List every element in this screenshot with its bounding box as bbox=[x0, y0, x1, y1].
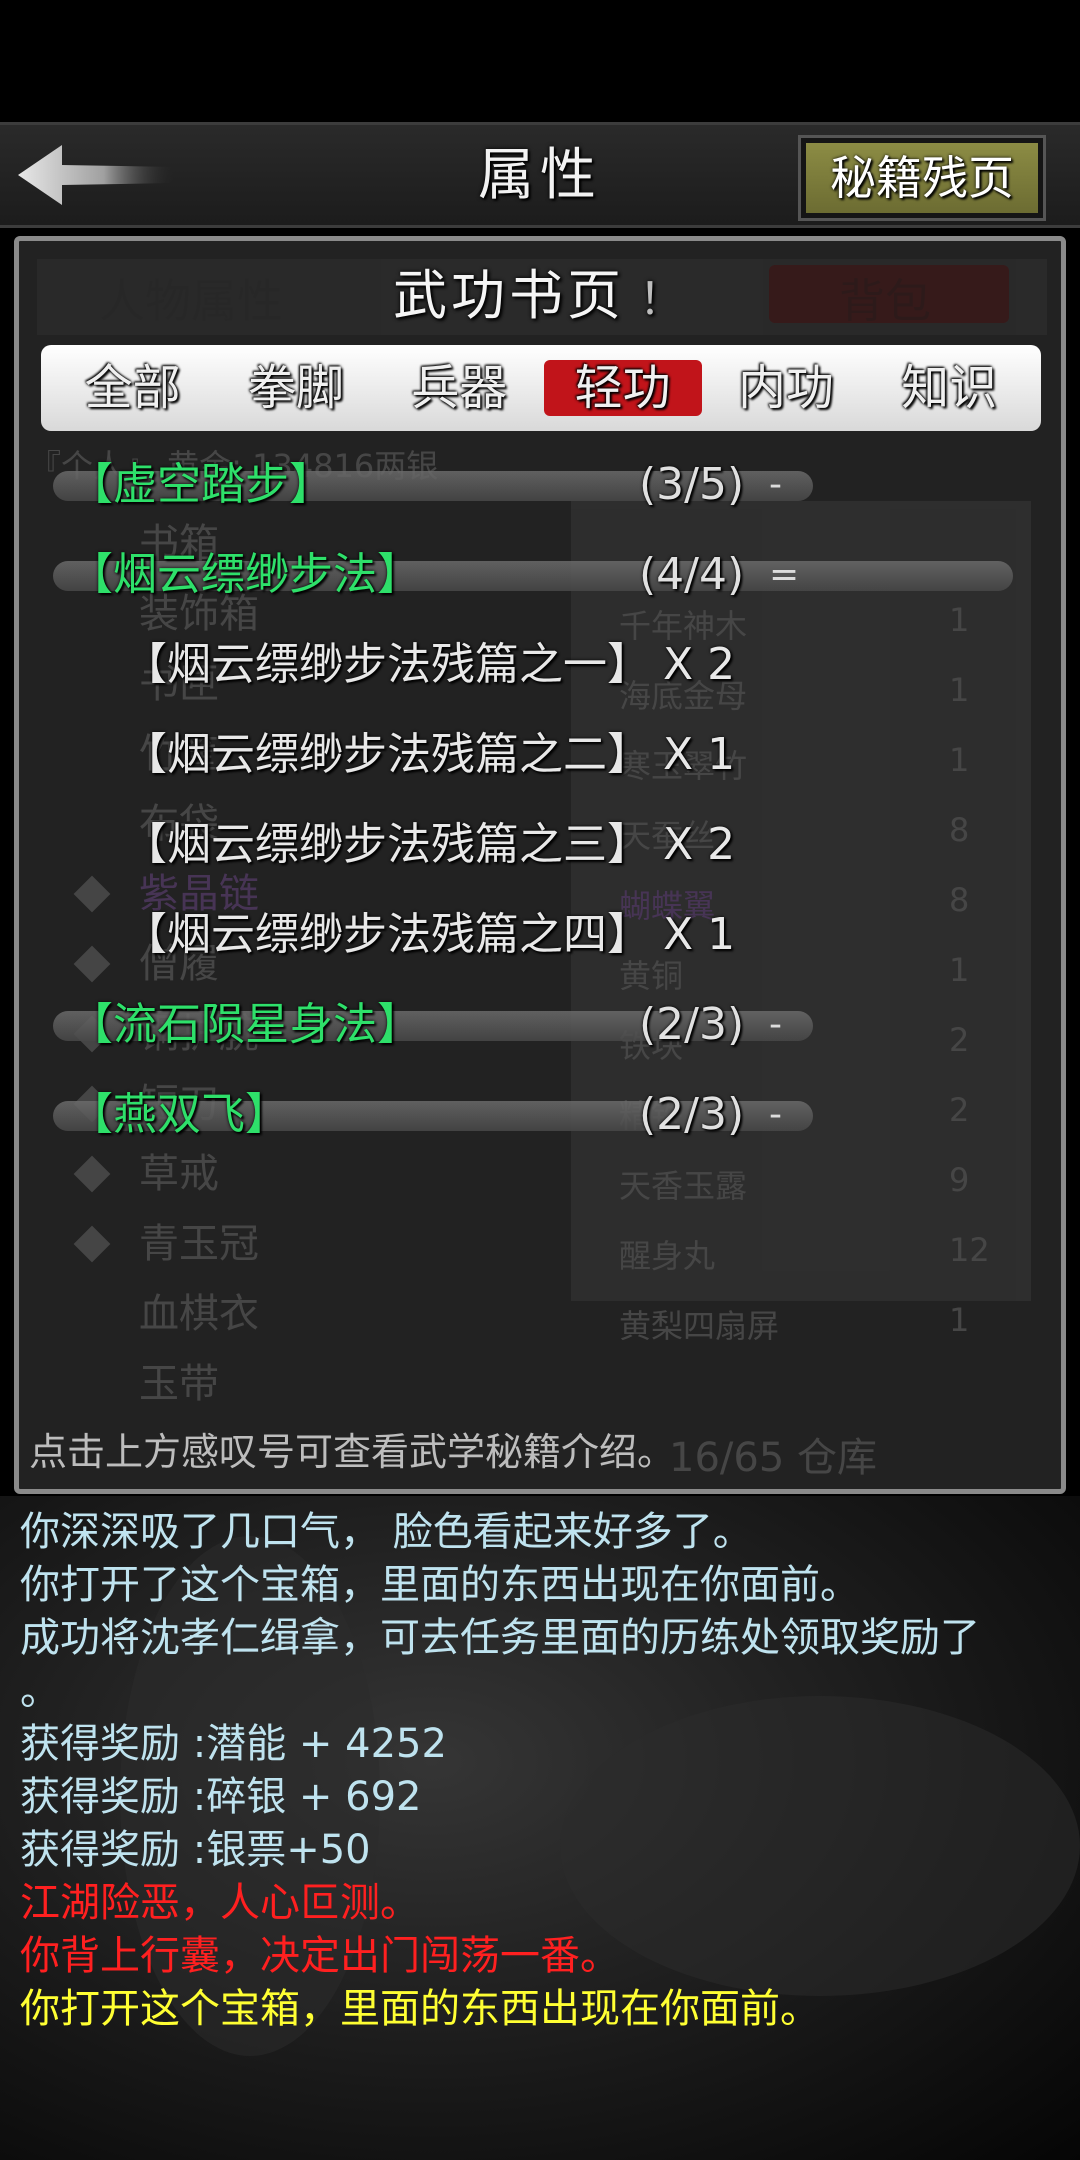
header-bar: 属性 秘籍残页 bbox=[0, 122, 1080, 228]
skill-progress: (2/3) bbox=[639, 999, 745, 1050]
fragment-page-count: X 2 bbox=[663, 639, 736, 690]
bg-right-item-count: 12 bbox=[949, 1231, 990, 1269]
log-line: 你打开了这个宝箱，里面的东西出现在你面前。 bbox=[20, 1562, 860, 1608]
bg-diamond bbox=[73, 1155, 111, 1193]
skill-name: 【烟云缥缈步法】 bbox=[69, 549, 421, 600]
log-line: 江湖险恶，人心叵测。 bbox=[20, 1880, 420, 1926]
exclamation-icon[interactable]: ！ bbox=[639, 274, 687, 325]
skill-progress: (4/4) bbox=[639, 549, 745, 600]
log-line: 获得奖励 :银票+50 bbox=[20, 1827, 371, 1873]
log-line: 获得奖励 :潜能 + 4252 bbox=[20, 1721, 447, 1767]
martial-pages-panel: 人物属性 背包 『个人』 黄金: 134816两银 书箱 装饰箱 书匣 竹筐 布… bbox=[14, 236, 1066, 1494]
collapse-toggle-icon[interactable]: - bbox=[769, 455, 782, 515]
fragment-page-row: 【烟云缥缈步法残篇之四】 X 1 bbox=[19, 891, 1061, 981]
collapse-toggle-icon[interactable]: - bbox=[769, 1085, 782, 1145]
log-line: 获得奖励 :碎银 + 692 bbox=[20, 1774, 422, 1820]
fragment-page-row: 【烟云缥缈步法残篇之一】 X 2 bbox=[19, 621, 1061, 711]
fragment-page-row: 【烟云缥缈步法残篇之二】 X 1 bbox=[19, 711, 1061, 801]
tab-knowledge[interactable]: 知识 bbox=[870, 360, 1028, 416]
martial-skill-list: 【虚空踏步】 (3/5) - 【烟云缥缈步法】 (4/4) = 【烟云缥缈步法残… bbox=[19, 441, 1061, 1161]
skill-progress: (3/5) bbox=[639, 459, 745, 510]
bg-right-item-count: 1 bbox=[949, 1301, 970, 1339]
log-line: 成功将沈孝仁缉拿，可去任务里面的历练处领取奖励了 bbox=[20, 1615, 980, 1661]
bg-left-item: 血棋衣 bbox=[139, 1291, 259, 1337]
secret-fragments-label: 秘籍残页 bbox=[806, 143, 1038, 213]
martial-pages-title: 武功书页 ！ bbox=[19, 263, 1061, 333]
bg-right-item-count: 9 bbox=[949, 1161, 970, 1199]
log-line: 。 bbox=[20, 1668, 60, 1714]
skill-row-yanshuangfei[interactable]: 【燕双飞】 (2/3) - bbox=[19, 1071, 1061, 1161]
app-root: 属性 秘籍残页 人物属性 背包 『个人』 黄金: 134816两银 书箱 装饰箱… bbox=[0, 0, 1080, 2160]
skill-progress: (2/3) bbox=[639, 1089, 745, 1140]
expand-toggle-icon[interactable]: = bbox=[769, 545, 799, 605]
tab-lightness-skill[interactable]: 轻功 bbox=[543, 360, 702, 416]
tab-fist-kick[interactable]: 拳脚 bbox=[217, 360, 375, 416]
secret-fragments-button[interactable]: 秘籍残页 bbox=[798, 135, 1046, 221]
bg-left-item: 青玉冠 bbox=[139, 1221, 259, 1267]
bg-right-item-name: 黄梨四扇屏 bbox=[619, 1307, 780, 1345]
tab-weapons[interactable]: 兵器 bbox=[380, 360, 538, 416]
bg-diamond bbox=[73, 1225, 111, 1263]
log-line: 你深深吸了几口气， 脸色看起来好多了。 bbox=[20, 1509, 753, 1555]
fragment-page-count: X 1 bbox=[663, 909, 736, 960]
fragment-page-count: X 2 bbox=[663, 819, 736, 870]
log-line: 你背上行囊，决定出门闯荡一番。 bbox=[20, 1933, 620, 1979]
log-line: 你打开这个宝箱，里面的东西出现在你面前。 bbox=[20, 1986, 820, 2032]
collapse-toggle-icon[interactable]: - bbox=[769, 995, 782, 1055]
hint-text: 点击上方感叹号可查看武学秘籍介绍。 bbox=[29, 1430, 676, 1474]
skill-row-liushi[interactable]: 【流石陨星身法】 (2/3) - bbox=[19, 981, 1061, 1071]
fragment-page-name: 【烟云缥缈步法残篇之三】 bbox=[123, 819, 651, 870]
tab-inner-skill[interactable]: 内功 bbox=[707, 360, 865, 416]
bg-right-item-name: 醒身丸 bbox=[619, 1237, 716, 1275]
bg-capacity: 16/65 仓库 bbox=[669, 1435, 877, 1481]
skill-name: 【燕双飞】 bbox=[69, 1089, 289, 1140]
fragment-page-name: 【烟云缥缈步法残篇之四】 bbox=[123, 909, 651, 960]
skill-name: 【流石陨星身法】 bbox=[69, 999, 421, 1050]
fragment-page-name: 【烟云缥缈步法残篇之二】 bbox=[123, 729, 651, 780]
martial-pages-title-text: 武功书页 bbox=[393, 264, 625, 327]
category-tabs: 全部 拳脚 兵器 轻功 内功 知识 bbox=[41, 345, 1041, 431]
fragment-page-row: 【烟云缥缈步法残篇之三】 X 2 bbox=[19, 801, 1061, 891]
tab-all[interactable]: 全部 bbox=[54, 360, 212, 416]
fragment-page-name: 【烟云缥缈步法残篇之一】 bbox=[123, 639, 651, 690]
skill-name: 【虚空踏步】 bbox=[69, 459, 333, 510]
fragment-page-count: X 1 bbox=[663, 729, 736, 780]
bg-right-item-name: 天香玉露 bbox=[619, 1167, 748, 1205]
skill-row-xukong[interactable]: 【虚空踏步】 (3/5) - bbox=[19, 441, 1061, 531]
skill-row-yanyun[interactable]: 【烟云缥缈步法】 (4/4) = bbox=[19, 531, 1061, 621]
message-log: 你深深吸了几口气， 脸色看起来好多了。 你打开了这个宝箱，里面的东西出现在你面前… bbox=[20, 1506, 1060, 2036]
bg-left-item: 玉带 bbox=[139, 1361, 219, 1407]
